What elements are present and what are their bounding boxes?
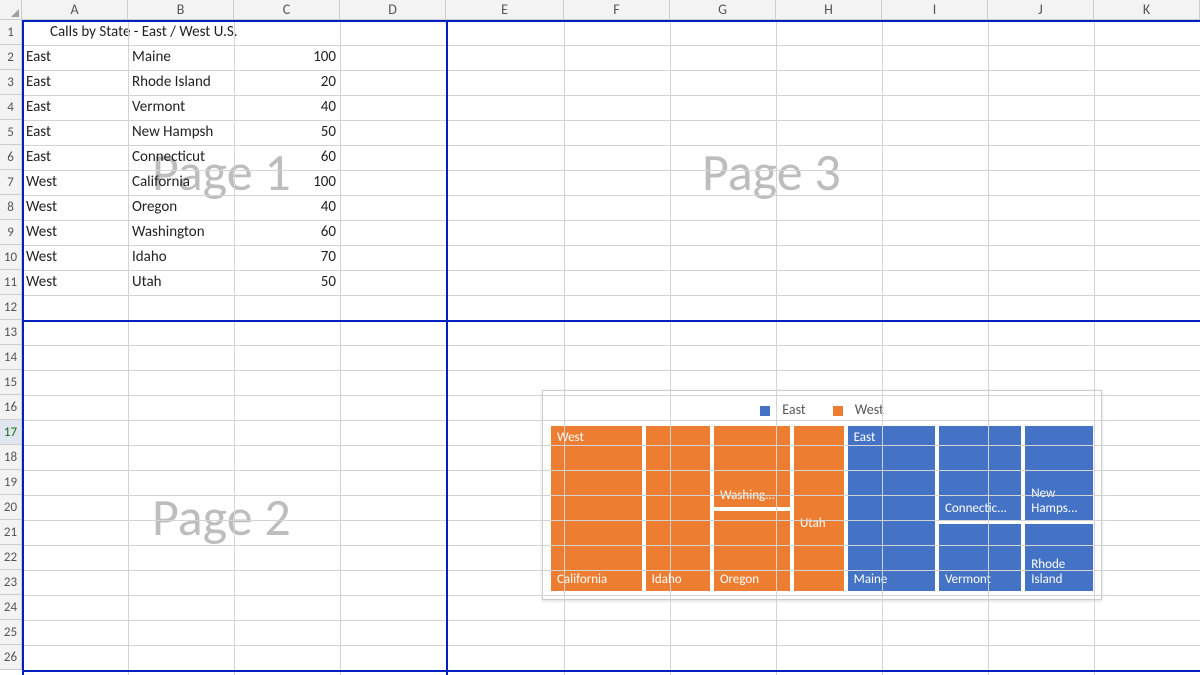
tile-rhode-island[interactable]: Rhode Island bbox=[1025, 524, 1093, 591]
cell-calls[interactable]: 60 bbox=[234, 220, 340, 245]
row-header-9[interactable]: 9 bbox=[0, 220, 22, 245]
tile-label: Maine bbox=[854, 572, 929, 587]
column-header-F[interactable]: F bbox=[564, 0, 670, 20]
row-header-5[interactable]: 5 bbox=[0, 120, 22, 145]
row-header-26[interactable]: 26 bbox=[0, 645, 22, 670]
cell-region[interactable]: East bbox=[22, 120, 128, 145]
cell-state[interactable]: Vermont bbox=[128, 95, 234, 120]
cell-state[interactable]: Rhode Island bbox=[128, 70, 234, 95]
row-header-23[interactable]: 23 bbox=[0, 570, 22, 595]
tile-label: Idaho bbox=[652, 572, 704, 587]
row-header-19[interactable]: 19 bbox=[0, 470, 22, 495]
cell-state[interactable]: California bbox=[128, 170, 234, 195]
column-header-J[interactable]: J bbox=[988, 0, 1094, 20]
row-header-1[interactable]: 1 bbox=[0, 20, 22, 45]
cell-region[interactable]: East bbox=[22, 95, 128, 120]
tile-vermont[interactable]: Vermont bbox=[939, 524, 1021, 591]
column-header-G[interactable]: G bbox=[670, 0, 776, 20]
cell-state[interactable]: Oregon bbox=[128, 195, 234, 220]
cell-region[interactable]: West bbox=[22, 270, 128, 295]
row-header-7[interactable]: 7 bbox=[0, 170, 22, 195]
tile-utah[interactable]: Utah bbox=[794, 426, 844, 591]
row-header-14[interactable]: 14 bbox=[0, 345, 22, 370]
tile-connecticut[interactable]: Connectic... bbox=[939, 426, 1021, 520]
tile-group-west: West bbox=[557, 430, 584, 445]
row-header-13[interactable]: 13 bbox=[0, 320, 22, 345]
treemap-plot: West California Idaho Washing... Oregon bbox=[551, 426, 1093, 591]
tile-label: Oregon bbox=[720, 572, 784, 587]
cell-calls[interactable]: 100 bbox=[234, 45, 340, 70]
cell-calls[interactable]: 40 bbox=[234, 95, 340, 120]
legend-swatch-west bbox=[833, 406, 843, 416]
tile-group-east: East bbox=[854, 430, 876, 445]
cell-state[interactable]: Idaho bbox=[128, 245, 234, 270]
legend-label-east: East bbox=[782, 401, 805, 418]
row-header-21[interactable]: 21 bbox=[0, 520, 22, 545]
tile-idaho[interactable]: Idaho bbox=[646, 426, 710, 591]
row-header-3[interactable]: 3 bbox=[0, 70, 22, 95]
tile-label: Connectic... bbox=[945, 501, 1015, 516]
cell-region[interactable]: East bbox=[22, 45, 128, 70]
column-header-I[interactable]: I bbox=[882, 0, 988, 20]
spreadsheet-sheet: ABCDEFGHIJK 1234567891011121314151617181… bbox=[0, 0, 1200, 675]
legend-label-west: West bbox=[855, 401, 884, 418]
column-header-E[interactable]: E bbox=[446, 0, 564, 20]
row-header-12[interactable]: 12 bbox=[0, 295, 22, 320]
cell-calls[interactable]: 50 bbox=[234, 120, 340, 145]
tile-label: New Hamps... bbox=[1031, 486, 1087, 516]
tile-new-hampshire[interactable]: New Hamps... bbox=[1025, 426, 1093, 520]
cell-region[interactable]: West bbox=[22, 195, 128, 220]
row-header-10[interactable]: 10 bbox=[0, 245, 22, 270]
tile-oregon[interactable]: Oregon bbox=[714, 511, 790, 592]
row-header-16[interactable]: 16 bbox=[0, 395, 22, 420]
row-header-2[interactable]: 2 bbox=[0, 45, 22, 70]
cell-state[interactable]: Maine bbox=[128, 45, 234, 70]
cell-region[interactable]: West bbox=[22, 245, 128, 270]
column-headers: ABCDEFGHIJK bbox=[22, 0, 1200, 20]
cell-state[interactable]: Washington bbox=[128, 220, 234, 245]
row-header-18[interactable]: 18 bbox=[0, 445, 22, 470]
legend-swatch-east bbox=[760, 406, 770, 416]
select-all-corner[interactable] bbox=[0, 0, 22, 20]
row-header-20[interactable]: 20 bbox=[0, 495, 22, 520]
row-header-15[interactable]: 15 bbox=[0, 370, 22, 395]
tile-label: California bbox=[557, 572, 636, 587]
cell-state[interactable]: Connecticut bbox=[128, 145, 234, 170]
cell-region[interactable]: West bbox=[22, 170, 128, 195]
row-header-11[interactable]: 11 bbox=[0, 270, 22, 295]
column-header-C[interactable]: C bbox=[234, 0, 340, 20]
row-header-22[interactable]: 22 bbox=[0, 545, 22, 570]
tile-label: Utah bbox=[800, 516, 838, 531]
cell-calls[interactable]: 50 bbox=[234, 270, 340, 295]
tile-label: Rhode Island bbox=[1031, 557, 1087, 587]
cell-grid[interactable]: Calls by State - East / West U.S. Page 1… bbox=[22, 20, 1200, 675]
tile-label: Vermont bbox=[945, 572, 1015, 587]
cell-region[interactable]: West bbox=[22, 220, 128, 245]
cell-calls[interactable]: 20 bbox=[234, 70, 340, 95]
column-header-D[interactable]: D bbox=[340, 0, 446, 20]
row-header-6[interactable]: 6 bbox=[0, 145, 22, 170]
cell-calls[interactable]: 40 bbox=[234, 195, 340, 220]
cell-calls[interactable]: 60 bbox=[234, 145, 340, 170]
row-header-4[interactable]: 4 bbox=[0, 95, 22, 120]
row-header-24[interactable]: 24 bbox=[0, 595, 22, 620]
row-headers: 1234567891011121314151617181920212223242… bbox=[0, 20, 22, 670]
tile-maine[interactable]: East Maine bbox=[848, 426, 935, 591]
column-header-K[interactable]: K bbox=[1094, 0, 1200, 20]
row-header-17[interactable]: 17 bbox=[0, 420, 22, 445]
cell-region[interactable]: East bbox=[22, 70, 128, 95]
cell-state[interactable]: Utah bbox=[128, 270, 234, 295]
column-header-H[interactable]: H bbox=[776, 0, 882, 20]
cell-calls[interactable]: 70 bbox=[234, 245, 340, 270]
chart-legend: East West bbox=[551, 401, 1093, 418]
cell-region[interactable]: East bbox=[22, 145, 128, 170]
row-header-8[interactable]: 8 bbox=[0, 195, 22, 220]
column-header-A[interactable]: A bbox=[22, 0, 128, 20]
title-cell[interactable]: Calls by State - East / West U.S. bbox=[22, 20, 340, 45]
cell-state[interactable]: New Hampsh bbox=[128, 120, 234, 145]
column-header-B[interactable]: B bbox=[128, 0, 234, 20]
cell-calls[interactable]: 100 bbox=[234, 170, 340, 195]
row-header-25[interactable]: 25 bbox=[0, 620, 22, 645]
